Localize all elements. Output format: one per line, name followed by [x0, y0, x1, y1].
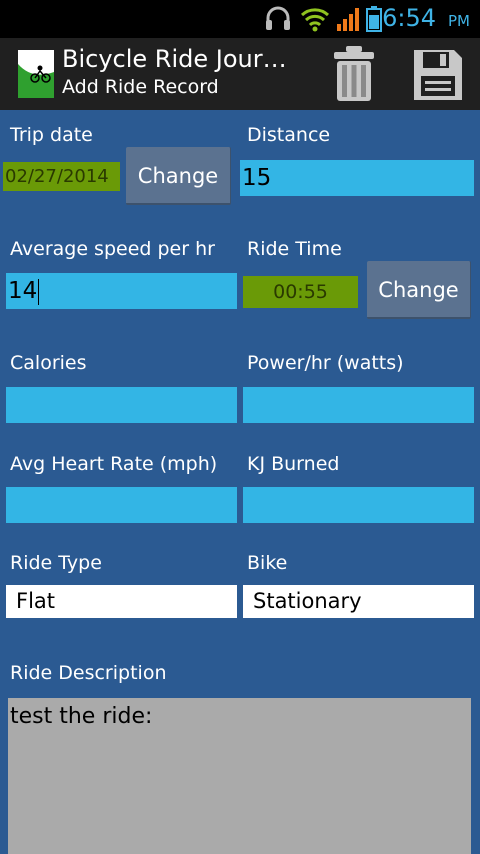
- ride-description-input[interactable]: test the ride:: [8, 698, 471, 854]
- headset-icon: [266, 6, 290, 30]
- action-bar: Bicycle Ride Jour… Add Ride Record: [0, 38, 480, 110]
- distance-input[interactable]: 15: [240, 160, 474, 196]
- wifi-icon: [300, 8, 330, 32]
- power-label: Power/hr (watts): [247, 352, 404, 374]
- screen-subtitle: Add Ride Record: [62, 76, 219, 98]
- ride-type-label: Ride Type: [10, 552, 102, 574]
- avg-speed-value: 14: [8, 278, 38, 304]
- heart-rate-label: Avg Heart Rate (mph): [10, 453, 218, 475]
- change-time-button[interactable]: Change: [367, 261, 471, 319]
- kj-burned-input[interactable]: [243, 487, 474, 523]
- heart-rate-input[interactable]: [6, 487, 237, 523]
- power-input[interactable]: [243, 387, 474, 423]
- bike-select[interactable]: Stationary: [243, 585, 474, 618]
- status-bar: 6:54 PM: [0, 0, 480, 38]
- signal-icon: [337, 8, 359, 31]
- trash-icon: [334, 46, 374, 101]
- calories-label: Calories: [10, 352, 87, 374]
- kj-burned-label: KJ Burned: [247, 453, 340, 475]
- avg-speed-input[interactable]: 14: [6, 273, 237, 309]
- clock-ampm: PM: [448, 12, 470, 30]
- clock-time: 6:54: [382, 4, 436, 32]
- ride-time-value: 00:55: [243, 276, 358, 308]
- battery-icon: [366, 6, 382, 32]
- save-icon: [414, 50, 462, 100]
- distance-label: Distance: [247, 124, 331, 146]
- ride-type-select[interactable]: Flat: [6, 585, 237, 618]
- avg-speed-label: Average speed per hr: [10, 238, 215, 260]
- text-cursor: [38, 278, 40, 305]
- save-button[interactable]: [410, 44, 470, 104]
- change-date-button[interactable]: Change: [126, 147, 231, 205]
- trip-date-label: Trip date: [10, 124, 93, 146]
- trip-date-value: 02/27/2014: [3, 162, 120, 191]
- calories-input[interactable]: [6, 387, 237, 423]
- delete-button[interactable]: [326, 44, 386, 104]
- ride-description-label: Ride Description: [10, 662, 167, 684]
- app-title: Bicycle Ride Jour…: [62, 45, 287, 73]
- app-logo-icon[interactable]: [18, 50, 54, 98]
- ride-time-label: Ride Time: [247, 238, 342, 260]
- bike-label: Bike: [247, 552, 288, 574]
